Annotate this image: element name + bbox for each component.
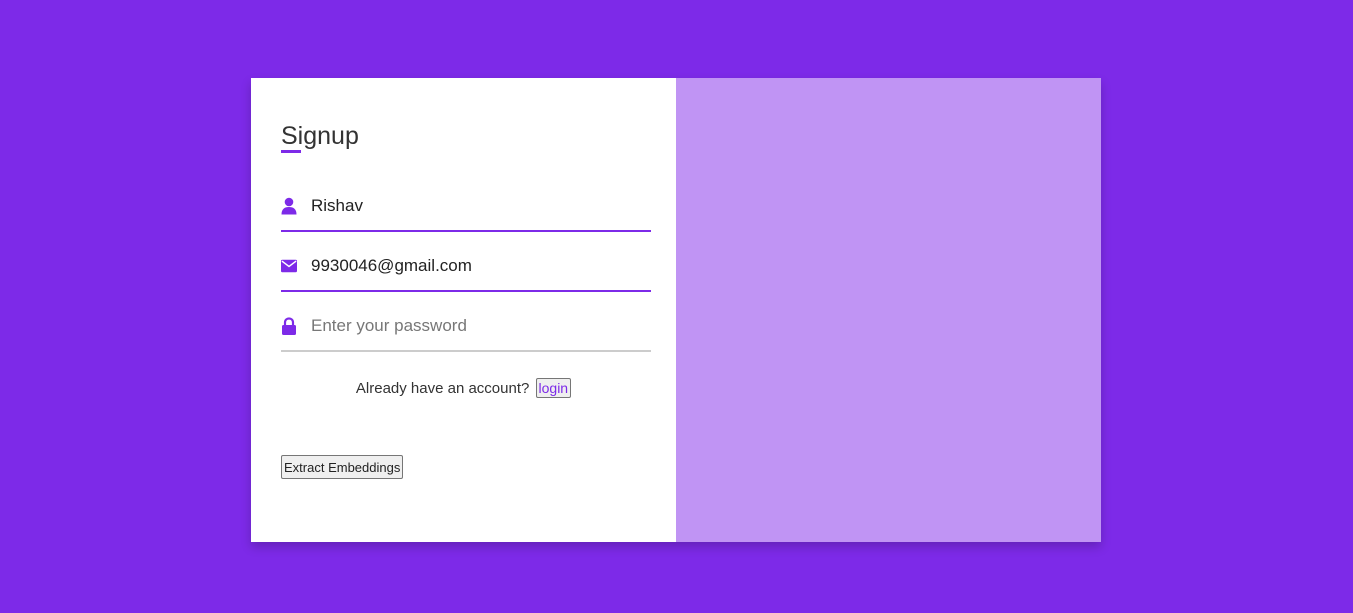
form-panel: Signup Rishav 9930046@gmail.com Already … bbox=[251, 78, 676, 542]
lock-icon bbox=[281, 317, 297, 335]
envelope-icon bbox=[281, 257, 297, 275]
account-prompt-text: Already have an account? bbox=[355, 380, 530, 397]
name-input[interactable] bbox=[311, 191, 631, 221]
password-input[interactable] bbox=[311, 311, 631, 341]
account-prompt-row: Already have an account? login bbox=[251, 377, 676, 401]
signup-card: Signup Rishav 9930046@gmail.com Already … bbox=[251, 78, 1101, 542]
user-icon bbox=[281, 197, 297, 215]
email-field bbox=[281, 242, 651, 292]
page-background: Signup Rishav 9930046@gmail.com Already … bbox=[0, 0, 1353, 613]
password-field bbox=[281, 302, 651, 352]
cover-panel bbox=[676, 78, 1101, 542]
title-underline bbox=[281, 150, 301, 153]
page-title: Signup bbox=[281, 122, 359, 150]
extract-embeddings-button[interactable]: Extract Embeddings bbox=[281, 455, 404, 479]
name-field bbox=[281, 182, 651, 232]
email-input[interactable] bbox=[311, 251, 631, 281]
login-button[interactable]: login bbox=[535, 378, 572, 398]
